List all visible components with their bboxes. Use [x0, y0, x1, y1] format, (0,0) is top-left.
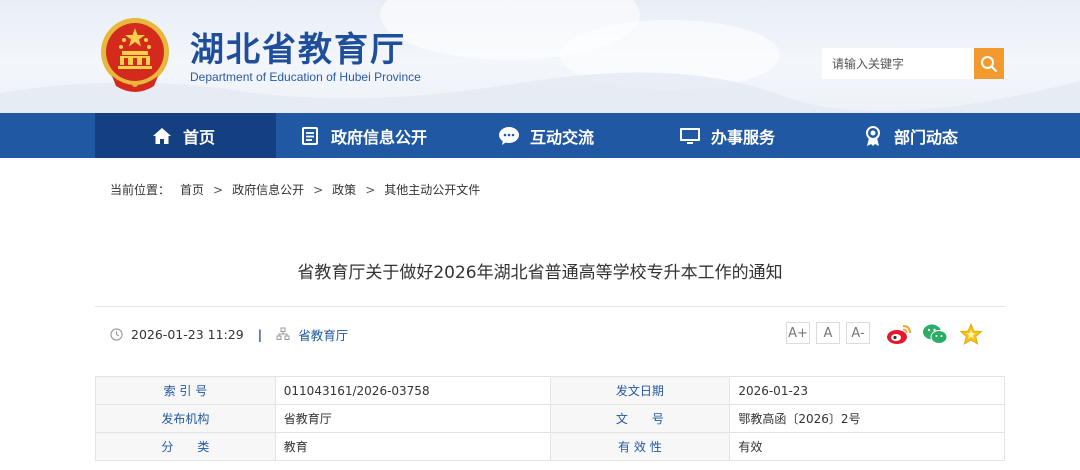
clock-icon: [110, 327, 123, 341]
category-value: 教育: [274, 432, 551, 461]
publish-datetime: 2026-01-23 11:29: [131, 326, 244, 342]
validity-value: 有效: [729, 432, 1005, 461]
font-default-button[interactable]: A: [816, 322, 840, 344]
font-decrease-button[interactable]: A-: [846, 322, 870, 344]
font-increase-button[interactable]: A+: [786, 322, 810, 344]
nav-item-label: 政府信息公开: [331, 127, 428, 147]
article-title: 省教育厅关于做好2026年湖北省普通高等学校专升本工作的通知: [297, 263, 783, 283]
font-size-controls: A+ A A-: [786, 322, 876, 344]
wechat-icon[interactable]: [922, 322, 948, 346]
site-header: 湖北省教育厅 Department of Education of Hubei …: [0, 0, 1080, 113]
breadcrumb-separator: >: [213, 182, 224, 197]
category-label: 分 类: [95, 432, 276, 461]
main-nav: 首页 政府信息公开 互动交流 办事服务 部门动态: [0, 113, 1080, 158]
nav-item-home[interactable]: 首页: [95, 113, 276, 158]
nav-item-gov-info[interactable]: 政府信息公开: [299, 113, 427, 158]
nav-item-label: 部门动态: [894, 127, 959, 147]
breadcrumb-separator: >: [365, 182, 376, 197]
table-row: 发布机构 省教育厅 文 号 鄂教高函〔2026〕2号: [95, 404, 1005, 433]
breadcrumb-item-policy[interactable]: 政策: [332, 181, 356, 198]
breadcrumb-item-gov-info[interactable]: 政府信息公开: [232, 181, 304, 198]
search-button[interactable]: [974, 48, 1004, 79]
issue-date-label: 发文日期: [549, 376, 731, 405]
nav-item-label: 首页: [183, 127, 216, 147]
title-divider: [95, 306, 1005, 307]
national-emblem-icon: [101, 18, 169, 92]
issuing-org-label: 发布机构: [95, 404, 276, 433]
issue-date-value: 2026-01-23: [729, 376, 1005, 405]
nav-item-dept-news[interactable]: 部门动态: [862, 113, 958, 158]
breadcrumb-item-other-files[interactable]: 其他主动公开文件: [384, 181, 480, 198]
breadcrumb-prefix: 当前位置：: [110, 183, 171, 197]
validity-label: 有 效 性: [549, 432, 731, 461]
breadcrumb: 当前位置： 首页 > 政府信息公开 > 政策 > 其他主动公开文件: [110, 181, 480, 198]
index-number-value: 011043161/2026-03758: [274, 376, 551, 405]
award-ribbon-icon: [862, 125, 884, 147]
document-list-icon: [299, 125, 321, 147]
search-box: [822, 48, 1004, 79]
document-number-value: 鄂教高函〔2026〕2号: [729, 404, 1005, 433]
table-row: 索 引 号 011043161/2026-03758 发文日期 2026-01-…: [95, 376, 1005, 405]
nav-item-interaction[interactable]: 互动交流: [498, 113, 594, 158]
table-row: 分 类 教育 有 效 性 有效: [95, 432, 1005, 461]
monitor-icon: [679, 125, 701, 147]
article-source[interactable]: 省教育厅: [298, 325, 348, 344]
home-icon: [151, 125, 173, 147]
site-title: 湖北省教育厅: [190, 30, 406, 70]
nav-item-label: 互动交流: [530, 127, 595, 147]
search-icon: [981, 55, 998, 72]
nav-item-services[interactable]: 办事服务: [679, 113, 775, 158]
document-number-label: 文 号: [549, 404, 731, 433]
article-meta: 2026-01-23 11:29 | 省教育厅: [110, 325, 348, 343]
site-subtitle: Department of Education of Hubei Provinc…: [190, 70, 421, 84]
chat-bubble-icon: [498, 125, 520, 147]
breadcrumb-separator: >: [313, 182, 324, 197]
favorite-star-icon[interactable]: [958, 322, 984, 346]
meta-separator: |: [257, 326, 263, 342]
organization-icon: [276, 327, 290, 340]
document-info-table: 索 引 号 011043161/2026-03758 发文日期 2026-01-…: [95, 376, 1005, 461]
index-number-label: 索 引 号: [95, 376, 276, 405]
issuing-org-value: 省教育厅: [274, 404, 551, 433]
nav-item-label: 办事服务: [711, 127, 776, 147]
weibo-icon[interactable]: [886, 322, 912, 346]
breadcrumb-item-home[interactable]: 首页: [180, 181, 204, 198]
search-input[interactable]: [822, 48, 974, 79]
